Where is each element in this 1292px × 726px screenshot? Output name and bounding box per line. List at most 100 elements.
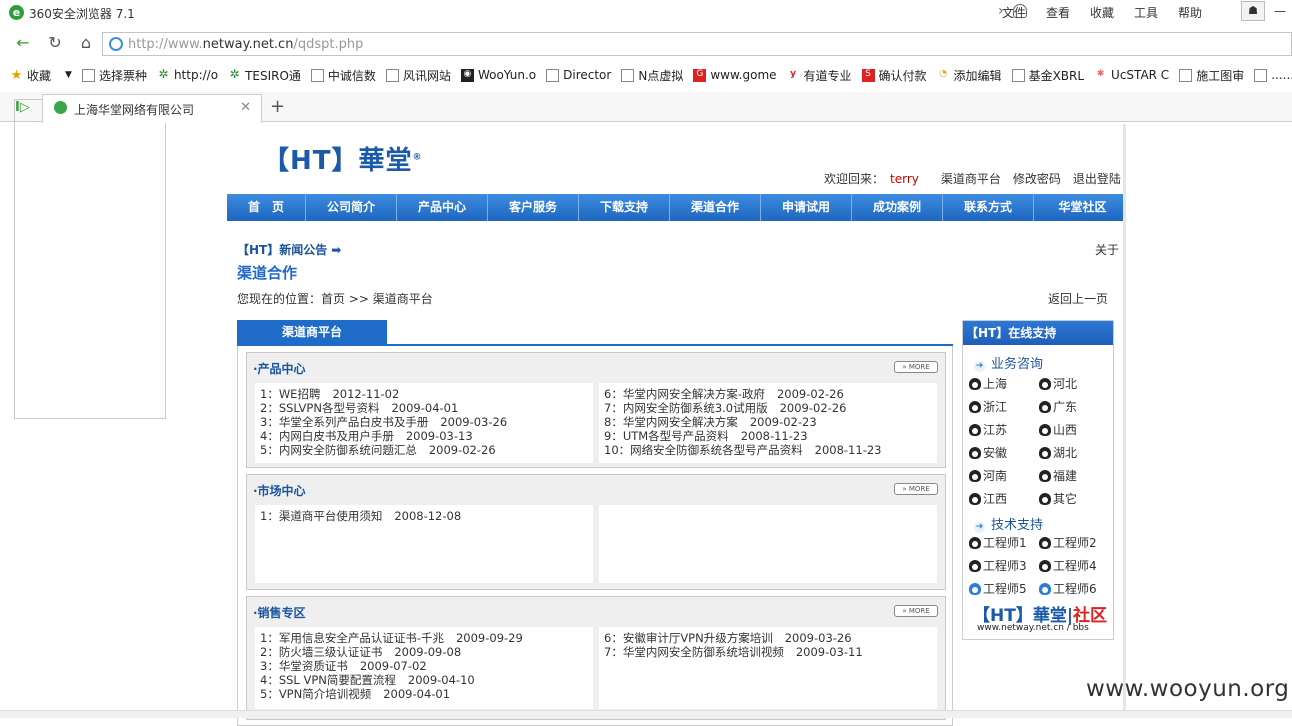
menu-tools[interactable]: 工具 [1124,4,1168,21]
bookmark-item[interactable]: ✲ TESIRO通 [228,67,301,84]
tech-contacts: 工程师1 工程师2 工程师3 工程师4 工程师5 工程师6 [969,534,1109,597]
list-item[interactable]: 3：华堂资质证书 2009-07-02 [260,659,588,673]
list-item[interactable]: 3：华堂全系列产品白皮书及手册 2009-03-26 [260,415,588,429]
qq-contact[interactable]: 工程师3 [969,557,1039,574]
qq-contact[interactable]: 工程师6 [1039,580,1109,597]
dropdown-arrow-icon[interactable]: ▼ [65,70,72,80]
nav-about[interactable]: 公司简介 [306,194,397,221]
refresh-icon[interactable]: ↻ [44,32,66,54]
tab-channel-platform[interactable]: 渠道商平台 [237,320,387,345]
online-support-panel: 【HT】在线支持 ➜ 业务咨询 上海 河北 浙江 广东 江苏 山西 安徽 湖北 河… [962,320,1114,640]
nav-service[interactable]: 客户服务 [488,194,579,221]
list-item[interactable]: 1：WE招聘 2012-11-02 [260,387,588,401]
sidebar-toggle-icon[interactable]: I▷ [14,99,166,419]
news-announcement[interactable]: 【HT】新闻公告 ➡ [237,241,341,258]
list-item[interactable]: 1：渠道商平台使用须知 2008-12-08 [260,509,588,523]
change-password-link[interactable]: 修改密码 [1013,172,1061,186]
welcome-prefix: 欢迎回来： [824,172,885,186]
bookmark-item[interactable]: 施工图审 [1179,67,1244,84]
bookmark-item[interactable]: 风讯网站 [385,67,451,84]
about-link[interactable]: 关于 [1095,241,1119,258]
menu-view[interactable]: 查看 [1036,4,1080,21]
list-item[interactable]: 5：VPN简介培训视频 2009-04-01 [260,687,588,701]
bookmark-item[interactable]: ........ [1254,68,1292,82]
bookmark-label: ........ [1271,68,1292,82]
qq-contact[interactable]: 上海 [969,375,1039,392]
bookmark-item[interactable]: Director [546,68,611,82]
more-button[interactable]: » MORE [894,361,938,373]
bookmark-item[interactable]: N点虚拟 [621,67,683,84]
home-icon[interactable]: ⌂ [75,32,97,54]
qq-contact[interactable]: 工程师4 [1039,557,1109,574]
site-logo[interactable]: 【HT】華堂® [263,140,423,177]
qq-contact[interactable]: 工程师5 [969,580,1039,597]
nav-cases[interactable]: 成功案例 [852,194,943,221]
nav-trial[interactable]: 申请试用 [761,194,852,221]
list-item[interactable]: 7：华堂内网安全防御系统培训视频 2009-03-11 [604,645,932,659]
list-item[interactable]: 10：网络安全防御系统各型号产品资料 2008-11-23 [604,443,932,457]
qq-contact[interactable]: 河北 [1039,375,1109,392]
list-item[interactable]: 6：华堂内网安全解决方案-政府 2009-02-26 [604,387,932,401]
bookmark-label: TESIRO通 [245,68,301,83]
list-item[interactable]: 4：内网白皮书及用户手册 2009-03-13 [260,429,588,443]
nav-download[interactable]: 下载支持 [579,194,670,221]
bookmark-item[interactable]: ◉ WooYun.o [460,68,536,82]
close-icon[interactable]: ✕ [240,100,251,115]
list-item[interactable]: 4：SSL VPN简要配置流程 2009-04-10 [260,673,588,687]
qq-contact[interactable]: 江苏 [969,421,1039,438]
more-label: MORE [908,485,930,493]
qq-contact[interactable]: 江西 [969,490,1039,507]
qq-group-icon [1039,582,1051,595]
nav-community[interactable]: 华堂社区 [1034,194,1131,221]
favorites-menu[interactable]: ★ 收藏 ▼ [10,67,72,84]
list-item[interactable]: 2：防火墙三级认证证书 2009-09-08 [260,645,588,659]
qq-contact[interactable]: 广东 [1039,398,1109,415]
qq-contact[interactable]: 河南 [969,467,1039,484]
qq-contact[interactable]: 安徽 [969,444,1039,461]
channel-platform-link[interactable]: 渠道商平台 [941,172,1001,186]
more-button[interactable]: » MORE [894,605,938,617]
bookmark-item[interactable]: 选择票种 [81,67,147,84]
nav-products[interactable]: 产品中心 [397,194,488,221]
bookmark-item[interactable]: ◔ 添加编辑 [936,67,1002,84]
more-button[interactable]: » MORE [894,483,938,495]
skin-button[interactable]: ☗ [1241,1,1265,21]
menu-favorites[interactable]: 收藏 [1080,4,1124,21]
menu-file[interactable]: 文件 [992,4,1036,21]
list-item[interactable]: 7：内网安全防御系统3.0试用版 2009-02-26 [604,401,932,415]
back-link[interactable]: 返回上一页 [1048,290,1108,307]
minimize-button[interactable]: — [1274,4,1286,18]
bookmark-item[interactable]: 中诚信数 [310,67,376,84]
new-tab-button[interactable]: + [270,96,285,117]
list-right: 6：华堂内网安全解决方案-政府 2009-02-26 7：内网安全防御系统3.0试… [599,383,937,463]
qq-contact[interactable]: 浙江 [969,398,1039,415]
bookmark-item[interactable]: 基金XBRL [1011,67,1084,84]
browser-tab[interactable]: 上海华堂网络有限公司 ✕ [42,94,262,123]
qq-contact[interactable]: 福建 [1039,467,1109,484]
nav-channel[interactable]: 渠道合作 [670,194,761,221]
bookmark-item[interactable]: Gwww.gome [693,68,777,82]
qq-contact[interactable]: 工程师2 [1039,534,1109,551]
qq-contact[interactable]: 其它 [1039,490,1109,507]
ucstar-icon: ✱ [1094,68,1108,82]
qq-contact[interactable]: 湖北 [1039,444,1109,461]
logout-link[interactable]: 退出登陆 [1073,172,1121,186]
bookmark-label: 施工图审 [1196,68,1245,83]
back-icon[interactable]: ← [12,32,34,54]
bookmark-item[interactable]: ✲ http://o [156,68,218,82]
qq-contact[interactable]: 山西 [1039,421,1109,438]
list-item[interactable]: 2：SSLVPN各型号资料 2009-04-01 [260,401,588,415]
bookmark-item[interactable]: S 确认付款 [861,67,927,84]
menu-help[interactable]: 帮助 [1168,4,1212,21]
list-item[interactable]: 8：华堂内网安全解决方案 2009-02-23 [604,415,932,429]
nav-contact[interactable]: 联系方式 [943,194,1034,221]
bookmark-item[interactable]: y 有道专业 [786,67,852,84]
list-item[interactable]: 1：军用信息安全产品认证证书-千兆 2009-09-29 [260,631,588,645]
list-item[interactable]: 6：安徽审计厅VPN升级方案培训 2009-03-26 [604,631,932,645]
url-input[interactable]: http://www.netway.net.cn/qdspt.php [102,32,1292,56]
nav-home[interactable]: 首 页 [227,194,306,221]
qq-contact[interactable]: 工程师1 [969,534,1039,551]
list-item[interactable]: 5：内网安全防御系统问题汇总 2009-02-26 [260,443,588,457]
list-item[interactable]: 9：UTM各型号产品资料 2008-11-23 [604,429,932,443]
bookmark-item[interactable]: ✱ UcSTAR C [1094,68,1169,82]
